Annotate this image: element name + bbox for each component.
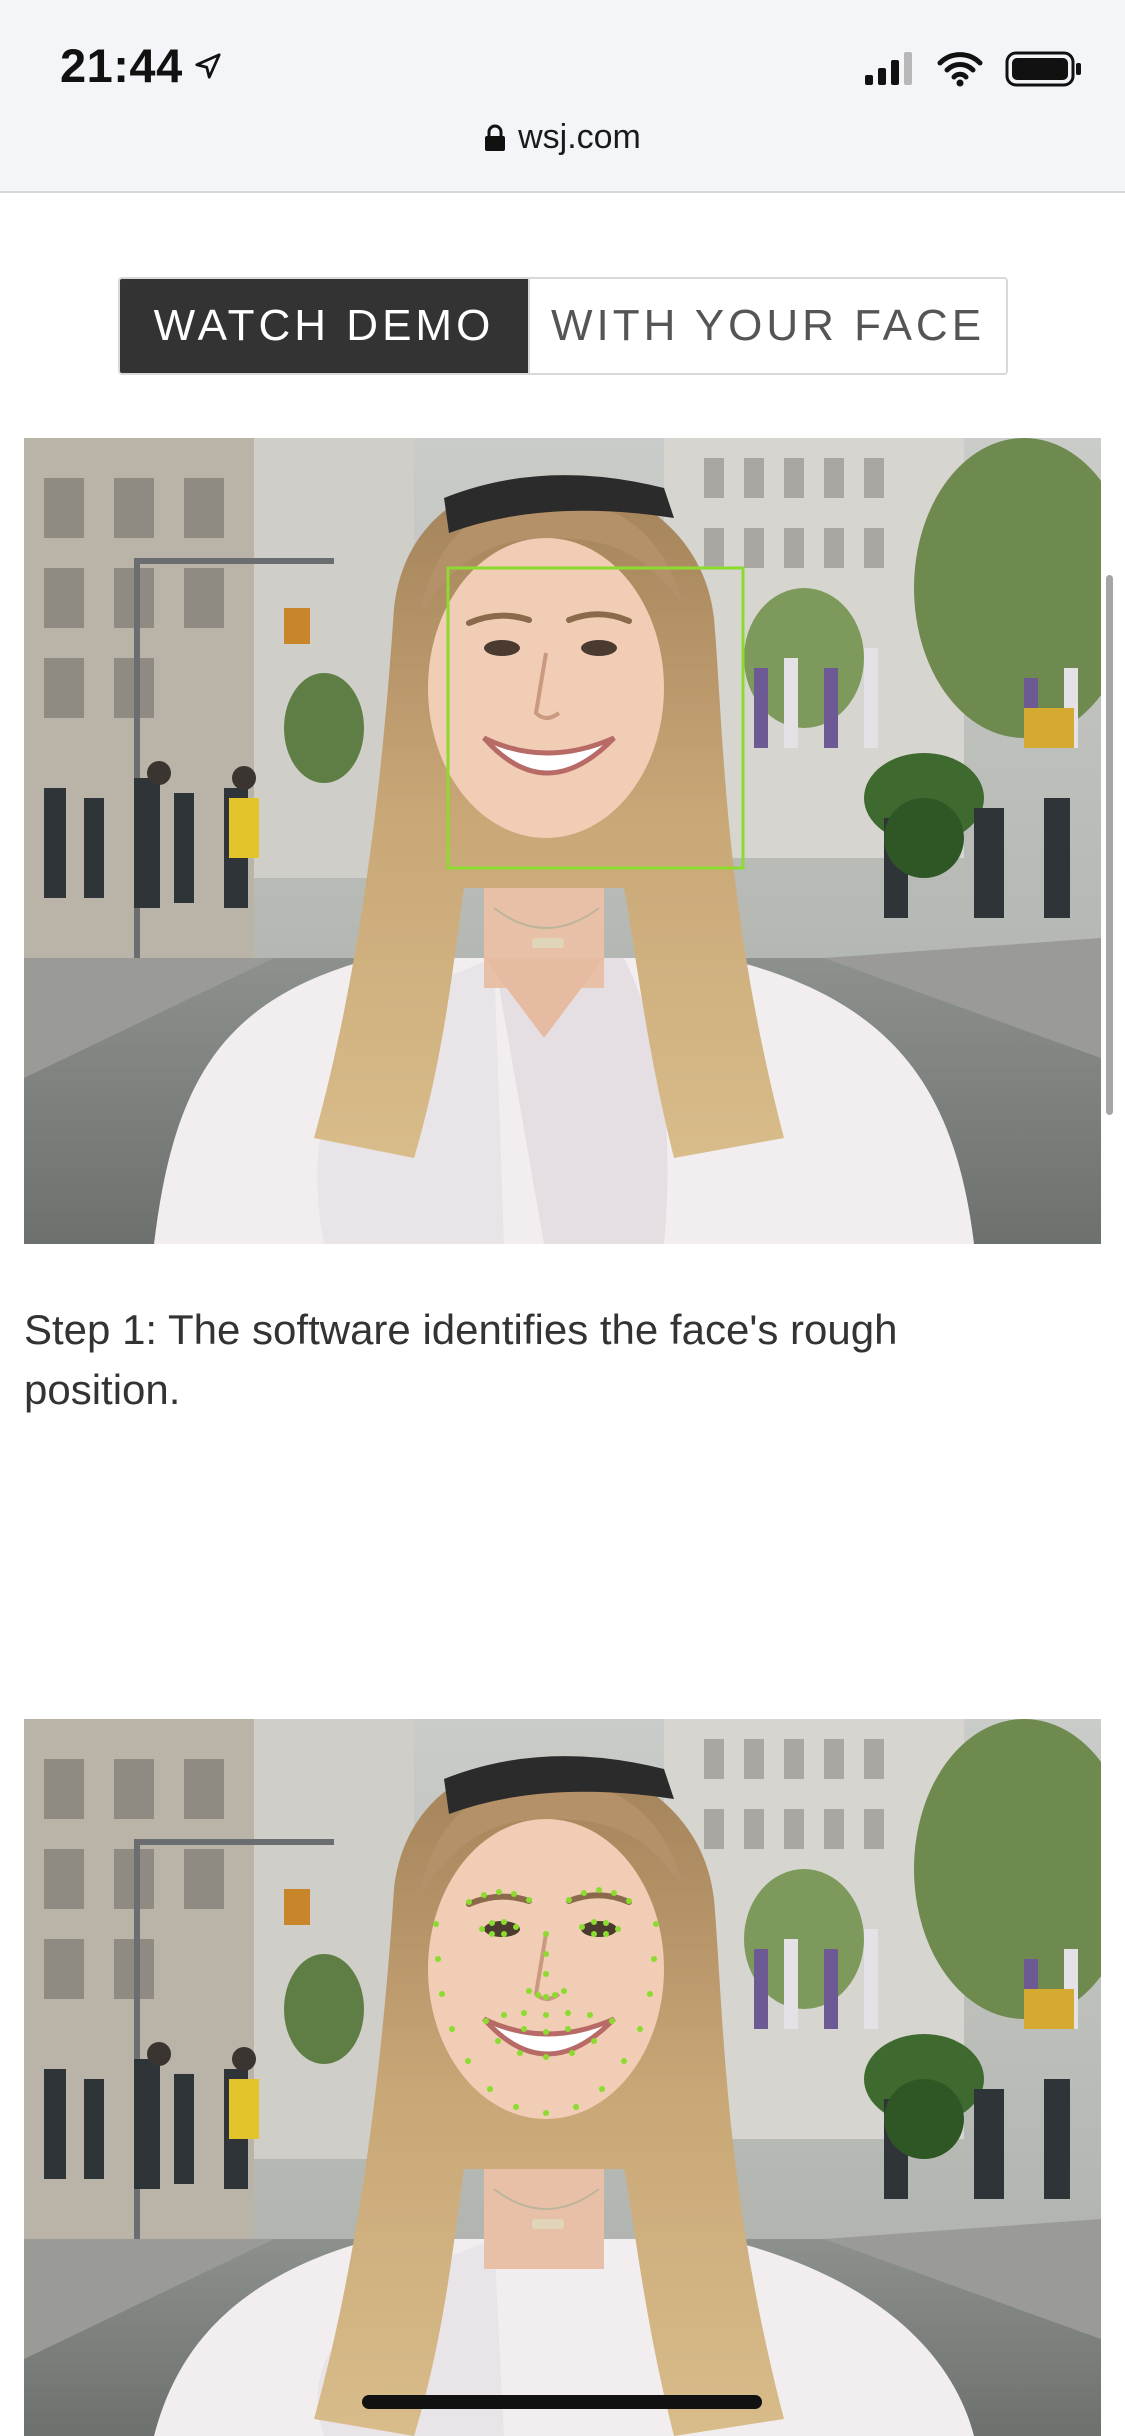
demo-image-step-1 <box>24 438 1101 1244</box>
status-bar-indicators <box>863 50 1083 88</box>
address-bar[interactable]: wsj.com <box>0 118 1125 157</box>
demo-frame-step-1 <box>24 438 1101 1244</box>
watch-demo-button[interactable]: WATCH DEMO <box>120 279 528 373</box>
status-time-text: 21:44 <box>60 39 183 92</box>
demo-mode-toggle: WATCH DEMO WITH YOUR FACE <box>118 277 1008 375</box>
battery-icon <box>1005 51 1081 87</box>
home-indicator[interactable] <box>362 2395 762 2409</box>
status-bar-time: 21:44 <box>60 38 223 93</box>
cellular-signal-icon <box>865 52 912 85</box>
demo-image-step-2 <box>24 1719 1101 2436</box>
scroll-indicator[interactable] <box>1106 575 1113 1115</box>
step-1-caption: Step 1: The software identifies the face… <box>24 1306 898 1413</box>
demo-frame-step-2 <box>24 1719 1101 2436</box>
with-your-face-button[interactable]: WITH YOUR FACE <box>528 279 1006 373</box>
wifi-icon <box>937 52 983 87</box>
location-arrow-icon <box>195 52 221 79</box>
browser-chrome: 21:44 wsj.com <box>0 0 1125 193</box>
lock-icon <box>485 124 506 151</box>
url-text: wsj.com <box>518 118 641 156</box>
